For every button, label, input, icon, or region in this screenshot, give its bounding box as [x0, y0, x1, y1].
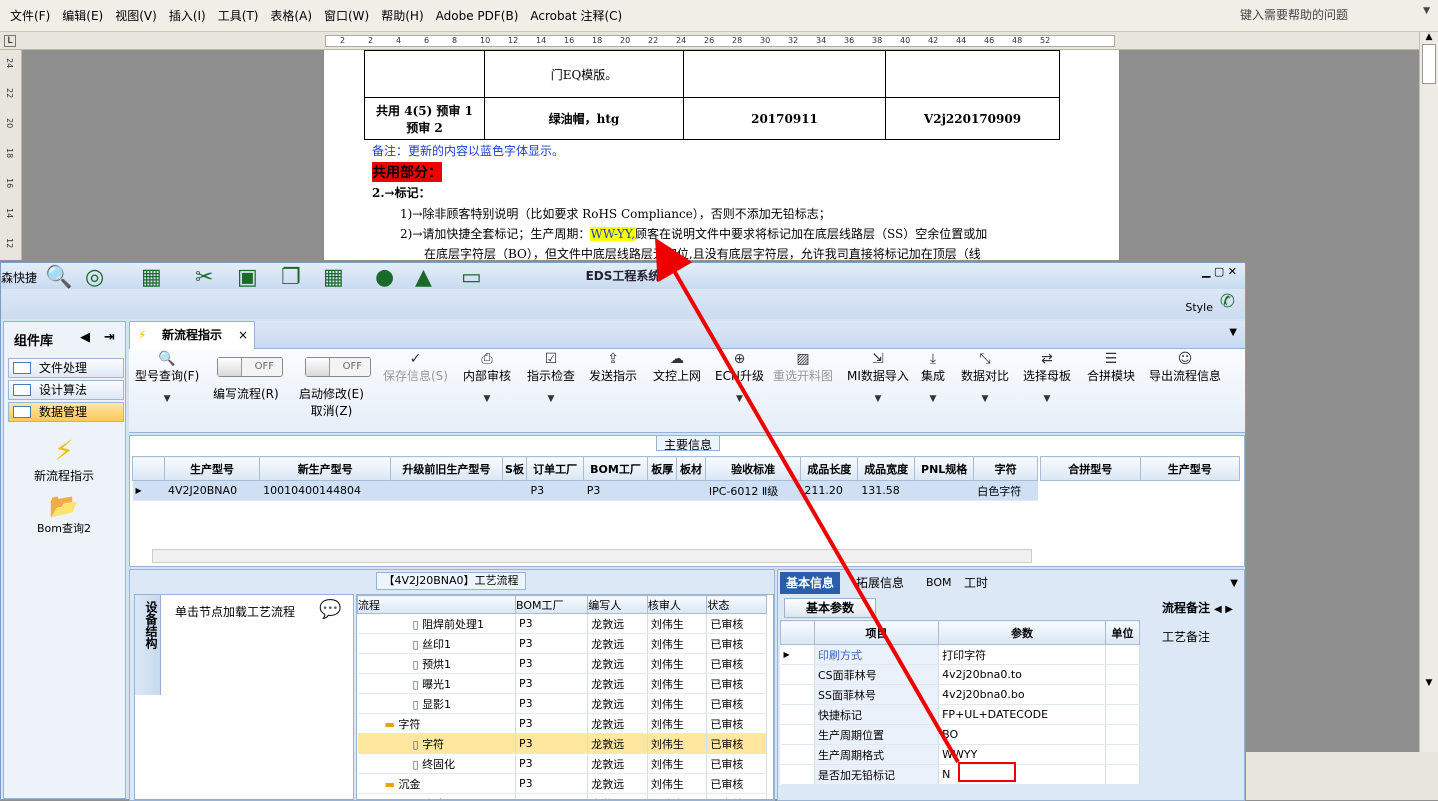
- annotation-arrow: [654, 237, 960, 764]
